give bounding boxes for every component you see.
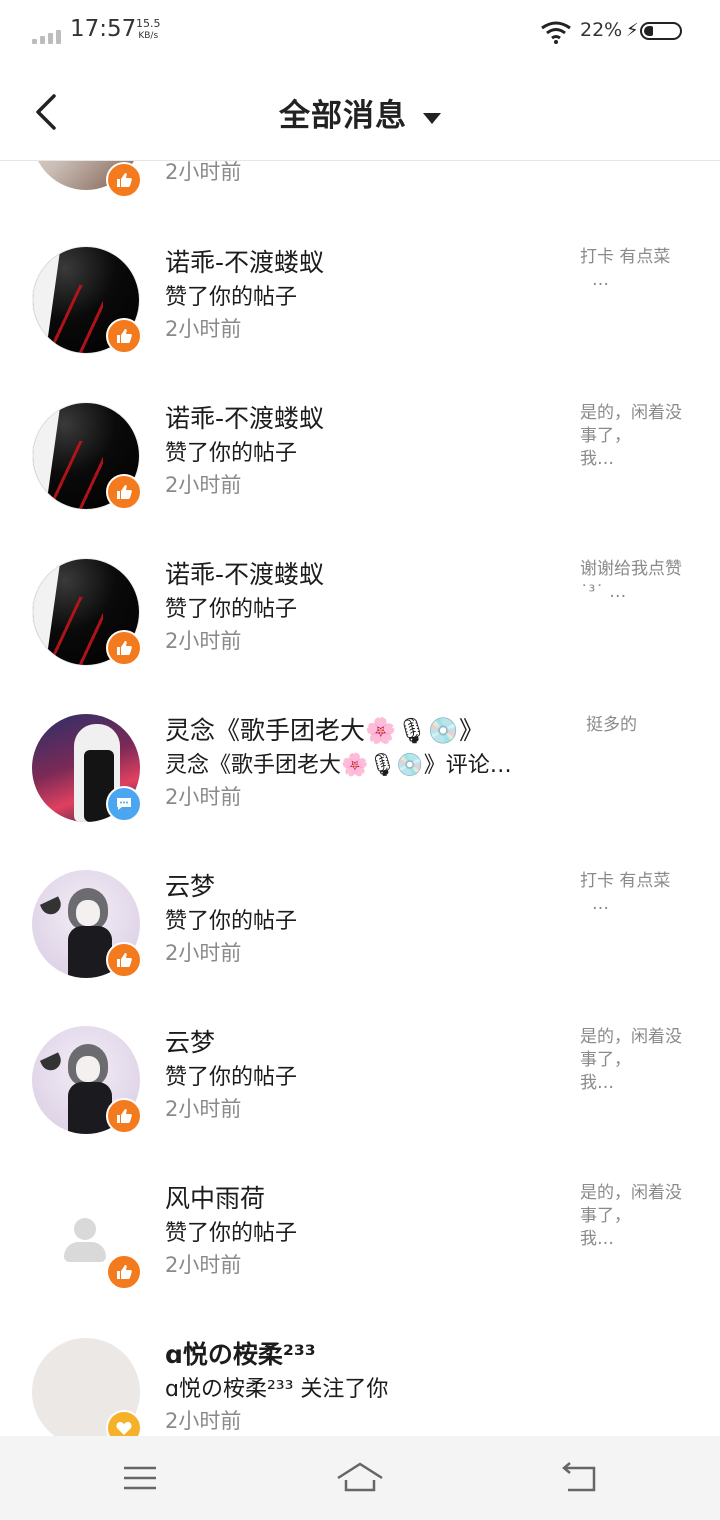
message-filter-dropdown[interactable]: 全部消息 <box>0 90 720 135</box>
sender-name[interactable]: 诺乖-不渡蝼蚁 <box>165 555 324 591</box>
like-badge-icon <box>106 1098 142 1134</box>
list-item[interactable]: 2小时前 <box>0 161 720 200</box>
list-item[interactable]: 云梦 赞了你的帖子 2小时前 是的，闲着没事了， 我… <box>0 1026 720 1182</box>
signal-icon <box>32 28 62 44</box>
referenced-post-ellipsis: … <box>592 894 609 914</box>
list-item[interactable]: 灵念《歌手团老大🌸🎙💿》 灵念《歌手团老大🌸🎙💿》评论… 2小时前 挺多的 <box>0 714 720 870</box>
message-action: 赞了你的帖子 <box>165 909 298 934</box>
message-action: 灵念《歌手团老大🌸🎙💿》评论… <box>165 753 512 778</box>
referenced-post-text: 是的，闲着没事了， <box>580 1183 682 1226</box>
sender-name[interactable]: 诺乖-不渡蝼蚁 <box>165 243 324 279</box>
heart-badge-icon <box>106 1410 142 1436</box>
back-arrow-icon[interactable] <box>560 1458 600 1498</box>
page-title: 全部消息 <box>279 98 407 134</box>
clock: 17:57 <box>70 16 137 42</box>
referenced-post-ellipsis: 我… <box>580 1073 614 1093</box>
like-badge-icon <box>106 630 142 666</box>
list-item[interactable]: 风中雨荷 赞了你的帖子 2小时前 是的，闲着没事了， 我… <box>0 1182 720 1338</box>
sender-name[interactable]: 风中雨荷 <box>165 1179 265 1215</box>
network-speed-unit: KB/s <box>138 31 159 41</box>
referenced-post[interactable]: 打卡 有点菜 … <box>580 246 698 292</box>
referenced-post[interactable]: 谢谢给我点赞˙³˙ … <box>580 558 698 604</box>
sender-name[interactable]: 诺乖-不渡蝼蚁 <box>165 399 324 435</box>
message-time: 2小时前 <box>165 161 242 184</box>
message-time: 2小时前 <box>165 473 242 497</box>
status-bar: 17:57 15.5 KB/s 22% ⚡ <box>0 0 720 64</box>
header: 全部消息 <box>0 64 720 161</box>
message-time: 2小时前 <box>165 317 242 341</box>
charging-icon: ⚡ <box>626 20 639 41</box>
referenced-post[interactable]: 是的，闲着没事了， 我… <box>580 1182 698 1251</box>
sender-name[interactable]: 云梦 <box>165 1023 215 1059</box>
default-avatar-icon <box>74 1218 96 1240</box>
referenced-post-ellipsis: … <box>609 582 627 602</box>
referenced-post[interactable]: 打卡 有点菜 … <box>580 870 698 916</box>
referenced-post-ellipsis: 我… <box>580 1229 614 1249</box>
referenced-post[interactable]: 是的，闲着没事了， 我… <box>580 402 698 471</box>
message-time: 2小时前 <box>165 1097 242 1121</box>
message-time: 2小时前 <box>165 1409 242 1433</box>
battery-percent: 22% <box>580 19 623 41</box>
like-badge-icon <box>106 474 142 510</box>
system-nav-bar <box>0 1436 720 1520</box>
referenced-post-text: 挺多的 <box>586 715 637 735</box>
list-item[interactable]: 诺乖-不渡蝼蚁 赞了你的帖子 2小时前 是的，闲着没事了， 我… <box>0 402 720 558</box>
list-item[interactable]: 云梦 赞了你的帖子 2小时前 打卡 有点菜 … <box>0 870 720 1026</box>
network-speed-value: 15.5 <box>136 17 161 30</box>
home-icon[interactable] <box>336 1458 384 1498</box>
wifi-icon <box>541 21 571 44</box>
referenced-post-text: 谢谢给我点赞˙³˙ <box>580 559 682 602</box>
message-action: 赞了你的帖子 <box>165 285 298 310</box>
referenced-post-text: 打卡 有点菜 <box>580 871 671 891</box>
message-action: 赞了你的帖子 <box>165 1065 298 1090</box>
like-badge-icon <box>106 162 142 198</box>
sender-name[interactable]: 灵念《歌手团老大🌸🎙💿》 <box>165 711 484 747</box>
referenced-post-text: 是的，闲着没事了， <box>580 1027 682 1070</box>
referenced-post-ellipsis: … <box>592 270 609 290</box>
list-item[interactable]: ɑ悦の桉柔²³³ ɑ悦の桉柔²³³ 关注了你 2小时前 <box>0 1338 720 1436</box>
message-action: 赞了你的帖子 <box>165 1221 298 1246</box>
like-badge-icon <box>106 318 142 354</box>
message-time: 2小时前 <box>165 941 242 965</box>
referenced-post[interactable]: 挺多的 <box>586 714 704 737</box>
message-time: 2小时前 <box>165 629 242 653</box>
comment-badge-icon <box>106 786 142 822</box>
menu-icon[interactable] <box>120 1458 160 1498</box>
message-time: 2小时前 <box>165 1253 242 1277</box>
message-action: 赞了你的帖子 <box>165 597 298 622</box>
like-badge-icon <box>106 942 142 978</box>
referenced-post[interactable]: 是的，闲着没事了， 我… <box>580 1026 698 1095</box>
battery-icon <box>640 22 682 40</box>
message-time: 2小时前 <box>165 785 242 809</box>
network-speed: 15.5 KB/s <box>136 17 161 43</box>
sender-name[interactable]: 云梦 <box>165 867 215 903</box>
message-list[interactable]: 2小时前 诺乖-不渡蝼蚁 赞了你的帖子 2小时前 打卡 有点菜 … 诺乖-不渡蝼… <box>0 161 720 1436</box>
caret-down-icon <box>423 113 441 124</box>
message-action: ɑ悦の桉柔²³³ 关注了你 <box>165 1377 389 1402</box>
list-item[interactable]: 诺乖-不渡蝼蚁 赞了你的帖子 2小时前 打卡 有点菜 … <box>0 246 720 402</box>
message-action: 赞了你的帖子 <box>165 441 298 466</box>
list-item[interactable]: 诺乖-不渡蝼蚁 赞了你的帖子 2小时前 谢谢给我点赞˙³˙ … <box>0 558 720 714</box>
sender-name[interactable]: ɑ悦の桉柔²³³ <box>165 1335 316 1371</box>
like-badge-icon <box>106 1254 142 1290</box>
referenced-post-text: 打卡 有点菜 <box>580 247 671 267</box>
referenced-post-ellipsis: 我… <box>580 449 614 469</box>
referenced-post-text: 是的，闲着没事了， <box>580 403 682 446</box>
